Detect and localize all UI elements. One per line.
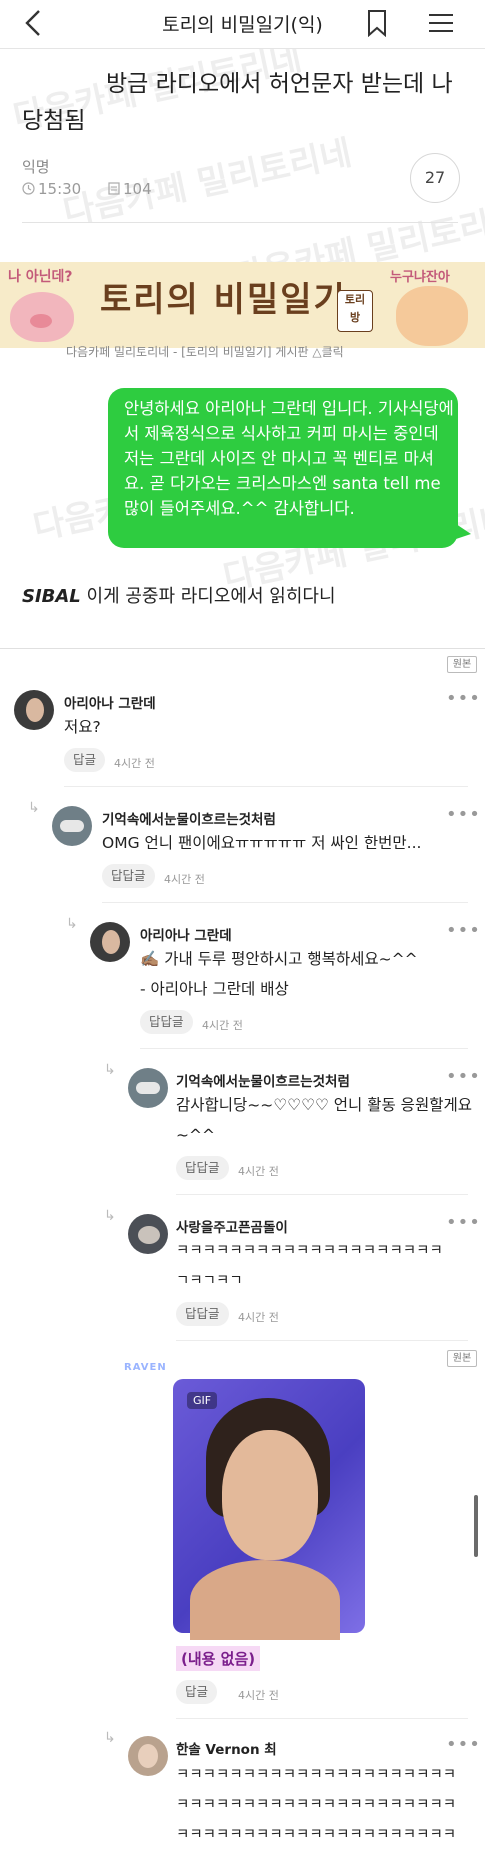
reply-button[interactable]: 답글 (64, 748, 106, 772)
message-bubble-tail (453, 522, 471, 540)
comment-time: 4시간 전 (114, 757, 155, 770)
reply-arrow-icon: ↳ (104, 1208, 116, 1224)
banner-stamp: 토리 방 (337, 290, 373, 332)
comment-text: 감사합니당~~♡♡♡♡ 언니 활동 응원할게요 (176, 1096, 472, 1114)
scrollbar-thumb[interactable] (474, 1495, 478, 1557)
more-icon[interactable]: ••• (446, 1066, 481, 1087)
original-badge[interactable]: 원본 (447, 1350, 477, 1367)
comment-text: OMG 언니 팬이에요ㅠㅠㅠㅠㅠ 저 싸인 한번만... (102, 834, 422, 852)
comment-time: 4시간 전 (238, 1165, 279, 1178)
reply-arrow-icon: ↳ (104, 1062, 116, 1078)
avatar[interactable] (128, 1736, 168, 1776)
clock-icon (22, 182, 35, 195)
comment-author[interactable]: 아리아나 그란데 (64, 692, 156, 712)
comment-time: 4시간 전 (202, 1019, 243, 1032)
divider (102, 902, 468, 903)
reply-arrow-icon: ↳ (104, 1730, 116, 1746)
more-icon[interactable]: ••• (446, 688, 481, 709)
avatar[interactable] (128, 1068, 168, 1108)
divider (140, 1048, 468, 1049)
comment-text: ~^^ (176, 1126, 215, 1144)
post-time-value: 15:30 (38, 180, 82, 198)
divider (176, 1340, 468, 1341)
comment-author[interactable]: 기억속에서눈물이흐르는것처럼 (102, 808, 276, 828)
comment-text: - 아리아나 그란데 배상 (140, 980, 289, 998)
menu-icon[interactable] (428, 12, 454, 34)
views-icon (108, 182, 120, 195)
divider (176, 1194, 468, 1195)
comment-author[interactable]: 기억속에서눈물이흐르는것처럼 (176, 1070, 350, 1090)
reply-button[interactable]: 답글 (176, 1680, 218, 1704)
divider (176, 1718, 468, 1719)
comment-text: ㅋㅋㅋㅋㅋㅋㅋㅋㅋㅋㅋㅋㅋㅋㅋㅋㅋㅋㅋㅋㅋ (176, 1827, 457, 1843)
original-badge[interactable]: 원본 (447, 656, 477, 673)
gif-badge: GIF (187, 1392, 218, 1409)
bookmark-icon[interactable] (366, 9, 388, 37)
raven-sticker: RAVEN (124, 1362, 167, 1373)
caption-rest: 이게 공중파 라디오에서 읽히다니 (80, 586, 336, 607)
watermark: 다음카페 밀리토리네 (59, 132, 356, 233)
comment-text: ㅋㅋㅋㅋㅋㅋㅋㅋㅋㅋㅋㅋㅋㅋㅋㅋㅋㅋㅋㅋㅋ (176, 1797, 457, 1813)
pig-nose (30, 314, 52, 328)
post-views: 104 (108, 180, 152, 198)
divider (22, 222, 458, 223)
more-icon[interactable]: ••• (446, 920, 481, 941)
avatar[interactable] (52, 806, 92, 846)
comment-text: 저요? (64, 718, 101, 736)
message-text: 안녕하세요 아리아나 그란데 입니다. 기사식당에서 제육정식으로 식사하고 커… (124, 399, 454, 518)
banner-caption-link[interactable]: 다음카페 밀리토리네 - [토리의 비밀일기] 게시판 △클릭 (66, 343, 344, 360)
divider (64, 786, 468, 787)
divider (0, 648, 485, 649)
gif-face (222, 1430, 318, 1560)
post-caption: SIBAL 이게 공중파 라디오에서 읽히다니 (22, 582, 336, 608)
banner-left-text: 나 아닌데? (8, 269, 73, 285)
cat-illustration (396, 286, 468, 346)
post-title: 방금 라디오에서 허언문자 받는데 나 당첨됨 (22, 71, 453, 134)
comment-count-button[interactable]: 27 (410, 153, 460, 203)
more-icon[interactable]: ••• (446, 1212, 481, 1233)
comment-text: ㅋㅋㅋㅋㅋㅋㅋㅋㅋㅋㅋㅋㅋㅋㅋㅋㅋㅋㅋㅋ (176, 1243, 443, 1259)
avatar[interactable] (128, 1214, 168, 1254)
more-icon[interactable]: ••• (446, 804, 481, 825)
reply-button[interactable]: 답답글 (176, 1156, 229, 1180)
post-views-value: 104 (123, 180, 152, 198)
comment-text: ㄱㅋㄱㅋㄱ (176, 1273, 243, 1289)
board-title[interactable]: 토리의 비밀일기(익) (0, 10, 485, 37)
empty-content-label: (내용 없음) (176, 1646, 261, 1671)
avatar[interactable] (14, 690, 54, 730)
author-name[interactable]: 익명 (22, 156, 50, 177)
reply-arrow-icon: ↳ (66, 916, 78, 932)
post-time: 15:30 (22, 180, 81, 198)
more-icon[interactable]: ••• (446, 1734, 481, 1755)
top-bar: 토리의 비밀일기(익) (0, 0, 485, 49)
reply-button[interactable]: 답답글 (102, 864, 155, 888)
comment-time: 4시간 전 (238, 1689, 279, 1702)
comment-author[interactable]: 사랑을주고픈곰돌이 (176, 1216, 288, 1236)
comment-text: ✍🏽 가내 두루 평안하시고 행복하세요~^^ (140, 950, 418, 968)
comment-time: 4시간 전 (238, 1311, 279, 1324)
comment-time: 4시간 전 (164, 873, 205, 886)
banner-right-text: 누구냐잔아 (390, 270, 450, 285)
banner-title: 토리의 비밀일기 (100, 280, 347, 320)
reply-arrow-icon: ↳ (28, 800, 40, 816)
comment-author[interactable]: 아리아나 그란데 (140, 924, 232, 944)
avatar[interactable] (90, 922, 130, 962)
comment-text: ㅋㅋㅋㅋㅋㅋㅋㅋㅋㅋㅋㅋㅋㅋㅋㅋㅋㅋㅋㅋㅋ (176, 1767, 457, 1783)
reply-button[interactable]: 답답글 (140, 1010, 193, 1034)
comment-author[interactable]: 한솔 Vernon 최 (176, 1738, 277, 1758)
caption-bold: SIBAL (22, 586, 81, 607)
gif-body (190, 1560, 340, 1640)
reply-button[interactable]: 답답글 (176, 1302, 229, 1326)
